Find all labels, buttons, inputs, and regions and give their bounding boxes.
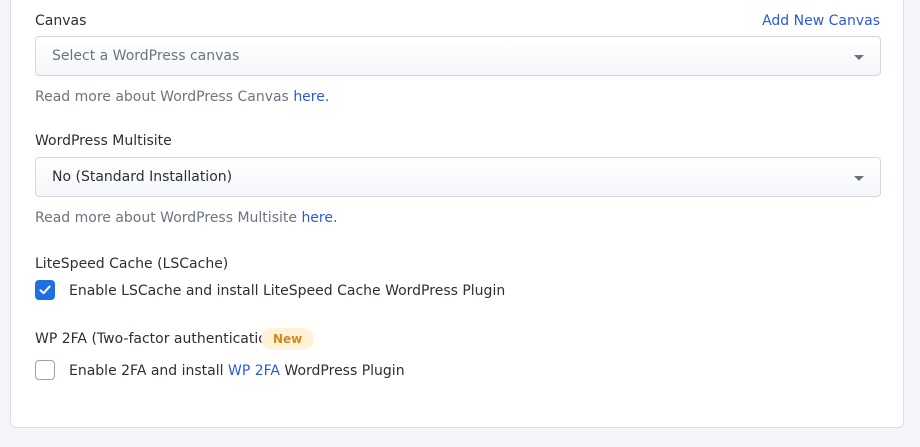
wp2fa-label: WP 2FA (Two-factor authentication): [35, 331, 282, 347]
wp2fa-label-prefix: Enable 2FA and install: [69, 363, 228, 379]
canvas-help-link[interactable]: here.: [293, 89, 329, 105]
lscache-checkbox-label[interactable]: Enable LSCache and install LiteSpeed Cac…: [69, 282, 505, 300]
canvas-select-placeholder: Select a WordPress canvas: [52, 48, 240, 64]
lscache-label: LiteSpeed Cache (LSCache): [35, 256, 229, 272]
chevron-down-icon: [854, 176, 864, 181]
wp2fa-checkbox[interactable]: [35, 360, 55, 380]
wp2fa-label-suffix: WordPress Plugin: [279, 363, 405, 379]
wp2fa-checkbox-label[interactable]: Enable 2FA and install WP 2FA WordPress …: [69, 362, 405, 380]
wp2fa-plugin-link[interactable]: WP 2FA: [228, 363, 280, 379]
multisite-select[interactable]: No (Standard Installation): [35, 157, 881, 197]
canvas-help-text: Read more about WordPress Canvas here.: [35, 88, 329, 106]
multisite-help-text: Read more about WordPress Multisite here…: [35, 209, 337, 227]
multisite-help-label: Read more about WordPress Multisite: [35, 210, 302, 226]
multisite-select-value: No (Standard Installation): [52, 169, 233, 185]
checkmark-icon: [39, 285, 51, 295]
lscache-checkbox[interactable]: [35, 280, 55, 300]
settings-card: Canvas Add New Canvas Select a WordPress…: [10, 0, 904, 428]
multisite-label: WordPress Multisite: [35, 133, 172, 149]
canvas-label: Canvas: [35, 13, 87, 29]
new-badge: New: [261, 328, 315, 350]
multisite-help-link[interactable]: here.: [301, 210, 337, 226]
canvas-select[interactable]: Select a WordPress canvas: [35, 36, 881, 76]
add-new-canvas-link[interactable]: Add New Canvas: [762, 12, 880, 30]
chevron-down-icon: [854, 55, 864, 60]
canvas-help-label: Read more about WordPress Canvas: [35, 89, 294, 105]
